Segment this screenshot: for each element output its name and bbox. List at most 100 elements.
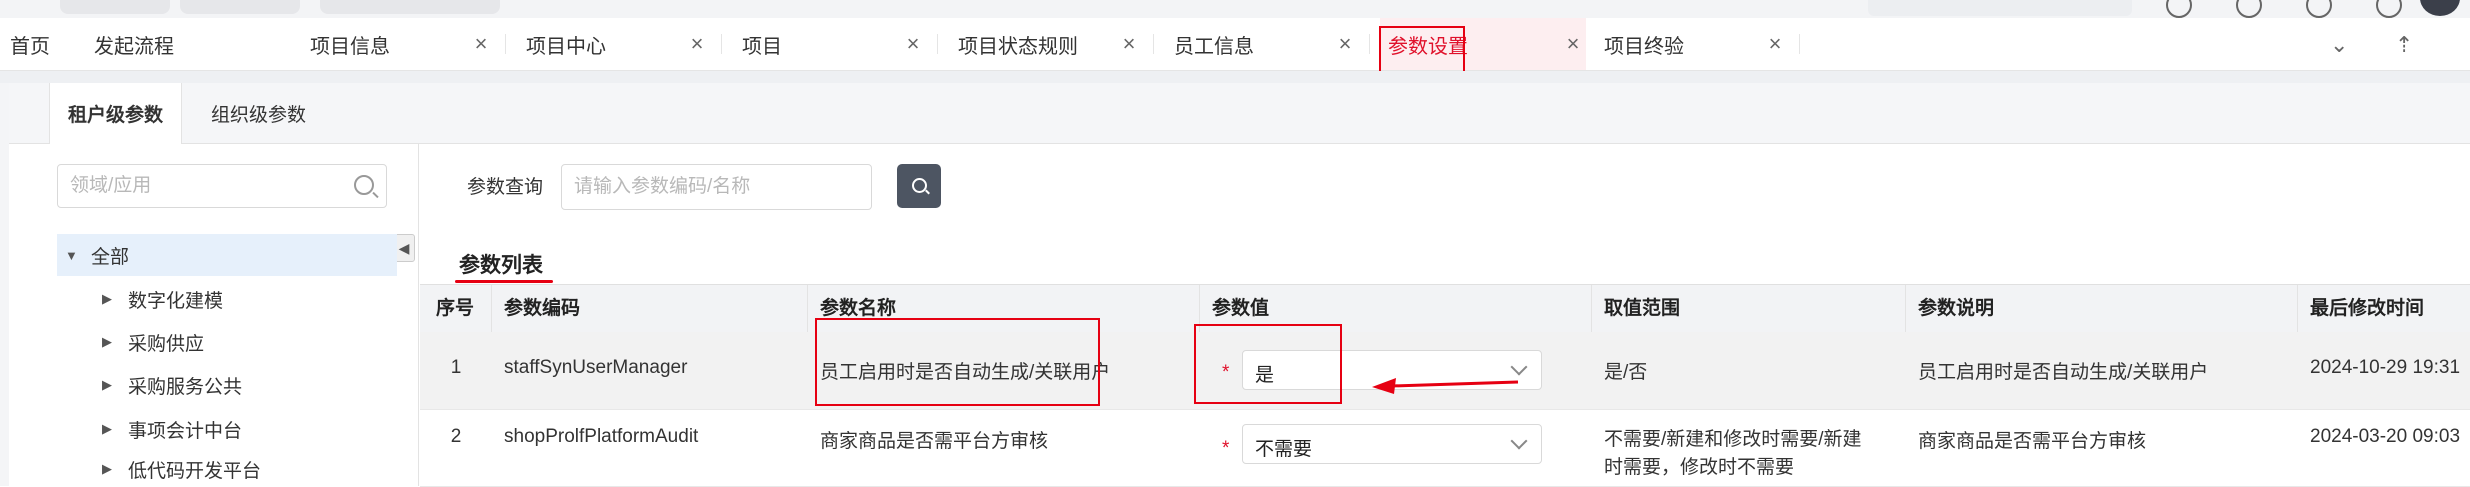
column-header-index: 序号 bbox=[420, 285, 492, 332]
tab-label: 项目信息 bbox=[310, 35, 390, 58]
global-search-box[interactable] bbox=[1868, 0, 2132, 16]
tab-label: 项目 bbox=[742, 35, 782, 58]
content-top-border bbox=[0, 71, 2470, 83]
tree-item-label: 事项会计中台 bbox=[128, 420, 243, 442]
cell-index: 1 bbox=[450, 357, 462, 378]
tab-organization-parameters[interactable]: 组织级参数 bbox=[193, 83, 324, 143]
tab-label: 组织级参数 bbox=[211, 104, 307, 126]
column-header-range: 取值范围 bbox=[1592, 285, 1906, 332]
browser-tab-pill[interactable] bbox=[180, 0, 300, 14]
cell-range-line: 时需要，修改时不需要 bbox=[1604, 457, 1795, 478]
column-header-modified-time: 最后修改时间 bbox=[2310, 298, 2425, 319]
cell-index: 2 bbox=[450, 426, 462, 447]
cell-description: 商家商品是否需平台方审核 bbox=[1918, 431, 2147, 452]
cell-code: shopProlfPlatformAudit bbox=[504, 426, 699, 447]
cell-description: 员工启用时是否自动生成/关联用户 bbox=[1918, 362, 2209, 383]
section-title-underline bbox=[455, 280, 553, 283]
message-icon[interactable] bbox=[2236, 0, 2262, 18]
tab-project-status-rules[interactable]: 项目状态规则 × bbox=[958, 18, 1154, 70]
parameter-value-select[interactable]: 不需要 bbox=[1242, 424, 1542, 464]
tab-divider bbox=[937, 34, 938, 54]
tab-project-center[interactable]: 项目中心 × bbox=[526, 18, 722, 70]
tree-item-label: 全部 bbox=[91, 246, 130, 268]
tree-item[interactable]: ▶ 数字化建模 bbox=[102, 278, 223, 320]
tab-project-final-acceptance[interactable]: 项目终验 × bbox=[1604, 18, 1800, 70]
close-icon[interactable]: × bbox=[468, 31, 494, 57]
tree-item-all[interactable]: ▼ 全部 bbox=[57, 234, 397, 276]
browser-tab-pill[interactable] bbox=[320, 0, 500, 14]
table-row[interactable]: 2 shopProlfPlatformAudit 商家商品是否需平台方审核 * … bbox=[420, 410, 2470, 487]
tab-label: 租户级参数 bbox=[68, 105, 164, 126]
search-icon bbox=[912, 178, 927, 193]
tab-label: 项目状态规则 bbox=[958, 35, 1078, 58]
tab-label: 发起流程 bbox=[94, 35, 174, 58]
tree-item[interactable]: ▶ 事项会计中台 bbox=[102, 408, 242, 450]
cell-code: staffSynUserManager bbox=[504, 357, 688, 378]
annotation-arrow-icon bbox=[1372, 378, 1519, 394]
tab-label: 项目终验 bbox=[1604, 35, 1684, 58]
caret-down-icon[interactable]: ▼ bbox=[65, 248, 78, 263]
tab-label: 项目中心 bbox=[526, 35, 606, 58]
caret-right-icon[interactable]: ▶ bbox=[102, 291, 114, 307]
left-navigation-rail bbox=[0, 83, 9, 486]
tree-item[interactable]: ▶ 采购服务公共 bbox=[102, 364, 242, 406]
search-button[interactable] bbox=[897, 164, 941, 208]
tree-item-label: 采购服务公共 bbox=[128, 376, 243, 398]
tab-tenant-parameters[interactable]: 租户级参数 bbox=[49, 83, 183, 144]
parameter-scope-tabs: 租户级参数 组织级参数 bbox=[9, 83, 2470, 144]
query-input-box bbox=[561, 164, 872, 210]
table-header: 序号 参数编码 参数名称 参数值 取值范围 参数说明 最后修改时间 bbox=[420, 284, 2470, 333]
tab-home[interactable]: 首页 bbox=[10, 18, 70, 70]
close-icon[interactable]: × bbox=[1332, 31, 1358, 57]
caret-right-icon[interactable]: ▶ bbox=[102, 461, 114, 477]
tree-item-label: 低代码开发平台 bbox=[128, 460, 262, 482]
tab-label: 首页 bbox=[10, 35, 50, 58]
cell-range-line: 不需要/新建和修改时需要/新建 bbox=[1604, 429, 1862, 450]
cell-name: 商家商品是否需平台方审核 bbox=[820, 431, 1049, 452]
help-icon[interactable] bbox=[2166, 0, 2192, 18]
highlight-box-parameter-value bbox=[1194, 324, 1342, 404]
tab-list-dropdown-icon[interactable]: ⌄ bbox=[2330, 32, 2348, 58]
tab-bar: 首页 发起流程 项目信息 × 项目中心 × 项目 × 项目状态规则 × 员工信息… bbox=[0, 18, 2470, 71]
avatar[interactable] bbox=[2420, 0, 2460, 16]
browser-top-strip bbox=[0, 0, 2470, 18]
caret-right-icon[interactable]: ▶ bbox=[102, 377, 114, 393]
close-icon[interactable]: × bbox=[1560, 31, 1586, 57]
chevron-down-icon bbox=[1510, 432, 1528, 450]
tab-project[interactable]: 项目 × bbox=[742, 18, 938, 70]
tree-item-label: 数字化建模 bbox=[128, 290, 224, 312]
browser-tab-pill[interactable] bbox=[60, 0, 170, 14]
settings-icon[interactable] bbox=[2306, 0, 2332, 18]
cell-modified-time: 2024-10-29 19:31 bbox=[2310, 357, 2461, 378]
close-icon[interactable]: × bbox=[900, 31, 926, 57]
caret-right-icon[interactable]: ▶ bbox=[102, 421, 114, 437]
column-header-description: 参数说明 bbox=[1906, 285, 2298, 332]
tab-divider bbox=[1369, 34, 1370, 54]
notification-icon[interactable] bbox=[2376, 0, 2402, 18]
query-label: 参数查询 bbox=[467, 177, 544, 198]
cell-modified-time: 2024-03-20 09:03 bbox=[2310, 426, 2461, 447]
collapse-up-icon[interactable]: ⇡ bbox=[2395, 32, 2413, 58]
tab-label: 员工信息 bbox=[1174, 35, 1254, 58]
column-header-code: 参数编码 bbox=[492, 285, 808, 332]
tree-item-label: 采购供应 bbox=[128, 333, 205, 355]
tab-employee-info[interactable]: 员工信息 × bbox=[1174, 18, 1370, 70]
search-icon[interactable] bbox=[354, 175, 374, 195]
tab-project-info[interactable]: 项目信息 × bbox=[310, 18, 506, 70]
close-icon[interactable]: × bbox=[1116, 31, 1142, 57]
cell-range: 不需要/新建和修改时需要/新建 时需要，修改时不需要 bbox=[1592, 426, 1906, 482]
close-icon[interactable]: × bbox=[1762, 31, 1788, 57]
tab-start-process[interactable]: 发起流程 bbox=[94, 18, 274, 70]
tab-divider bbox=[505, 34, 506, 54]
highlight-box-parameter-name bbox=[815, 318, 1100, 406]
parameter-search-input[interactable] bbox=[562, 165, 866, 209]
close-icon[interactable]: × bbox=[684, 31, 710, 57]
tree-item[interactable]: ▶ 低代码开发平台 bbox=[102, 452, 261, 486]
caret-right-icon[interactable]: ▶ bbox=[102, 334, 114, 350]
required-mark: * bbox=[1222, 438, 1230, 459]
tree-search-input[interactable] bbox=[58, 165, 342, 207]
tree-search-box bbox=[57, 164, 387, 208]
select-value: 不需要 bbox=[1255, 439, 1313, 460]
tree-item[interactable]: ▶ 采购供应 bbox=[102, 321, 204, 363]
tab-divider bbox=[1799, 34, 1800, 54]
